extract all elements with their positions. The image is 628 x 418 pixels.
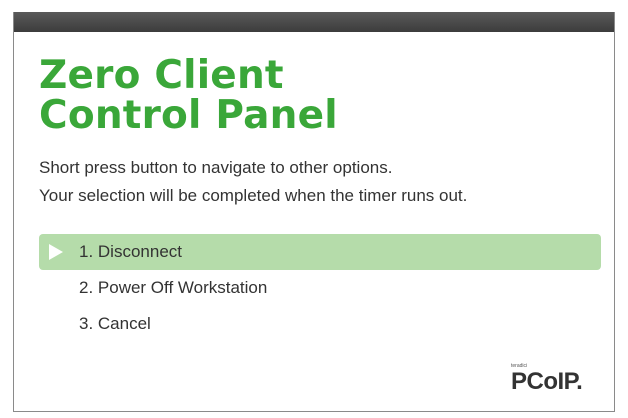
logo-main-text: PCoIP. [511, 368, 583, 395]
title-line-1: Zero Client [39, 53, 284, 98]
options-menu: 1. Disconnect 2. Power Off Workstation 3… [39, 234, 601, 342]
window-titlebar [14, 12, 614, 32]
page-title: Zero Client Control Panel [39, 56, 338, 136]
menu-item-power-off-workstation[interactable]: 2. Power Off Workstation [39, 270, 601, 306]
menu-item-label: 3. Cancel [79, 314, 151, 333]
menu-item-label: 1. Disconnect [79, 242, 182, 261]
control-panel-dialog: Zero Client Control Panel Short press bu… [13, 12, 615, 412]
menu-item-disconnect[interactable]: 1. Disconnect [39, 234, 601, 270]
instructions: Short press button to navigate to other … [39, 154, 467, 210]
menu-item-cancel[interactable]: 3. Cancel [39, 306, 601, 342]
title-line-2: Control Panel [39, 93, 338, 138]
play-arrow-icon [49, 244, 63, 260]
menu-item-label: 2. Power Off Workstation [79, 278, 268, 297]
instruction-line-2: Your selection will be completed when th… [39, 186, 468, 205]
instruction-line-1: Short press button to navigate to other … [39, 158, 393, 177]
pcoip-logo: teradici PCoIP. [511, 363, 583, 397]
